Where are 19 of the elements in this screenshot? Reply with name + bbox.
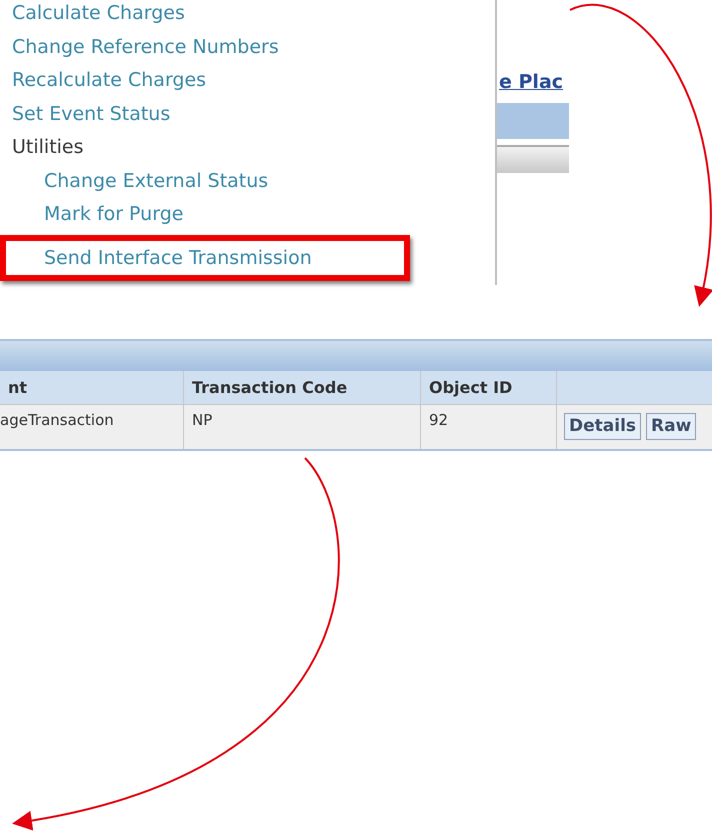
- menu-item[interactable]: Mark for Purge: [0, 201, 495, 234]
- table-cell: ageTransaction: [0, 404, 184, 448]
- column-header: nt: [0, 370, 184, 404]
- column-header: Transaction Code: [184, 370, 421, 404]
- menu-item[interactable]: Calculate Charges: [0, 0, 495, 34]
- column-header: Object ID: [421, 370, 557, 404]
- table-cell: NP: [184, 404, 421, 448]
- menu-group[interactable]: Utilities: [0, 134, 495, 168]
- table-cell: 92: [421, 404, 557, 448]
- menu-item[interactable]: Set Event Status: [0, 100, 495, 134]
- action-button[interactable]: Raw: [646, 412, 696, 440]
- action-button[interactable]: Details: [564, 412, 642, 440]
- highlighted-menu-item[interactable]: Send Interface Transmission: [0, 234, 410, 280]
- menu-item[interactable]: Recalculate Charges: [0, 67, 495, 100]
- toolbar-bar: [497, 145, 569, 173]
- menu-item[interactable]: Change Reference Numbers: [0, 34, 495, 67]
- menu-item[interactable]: Change External Status: [0, 168, 495, 201]
- header-bar: [497, 103, 569, 139]
- page-link[interactable]: e Plac: [497, 68, 564, 100]
